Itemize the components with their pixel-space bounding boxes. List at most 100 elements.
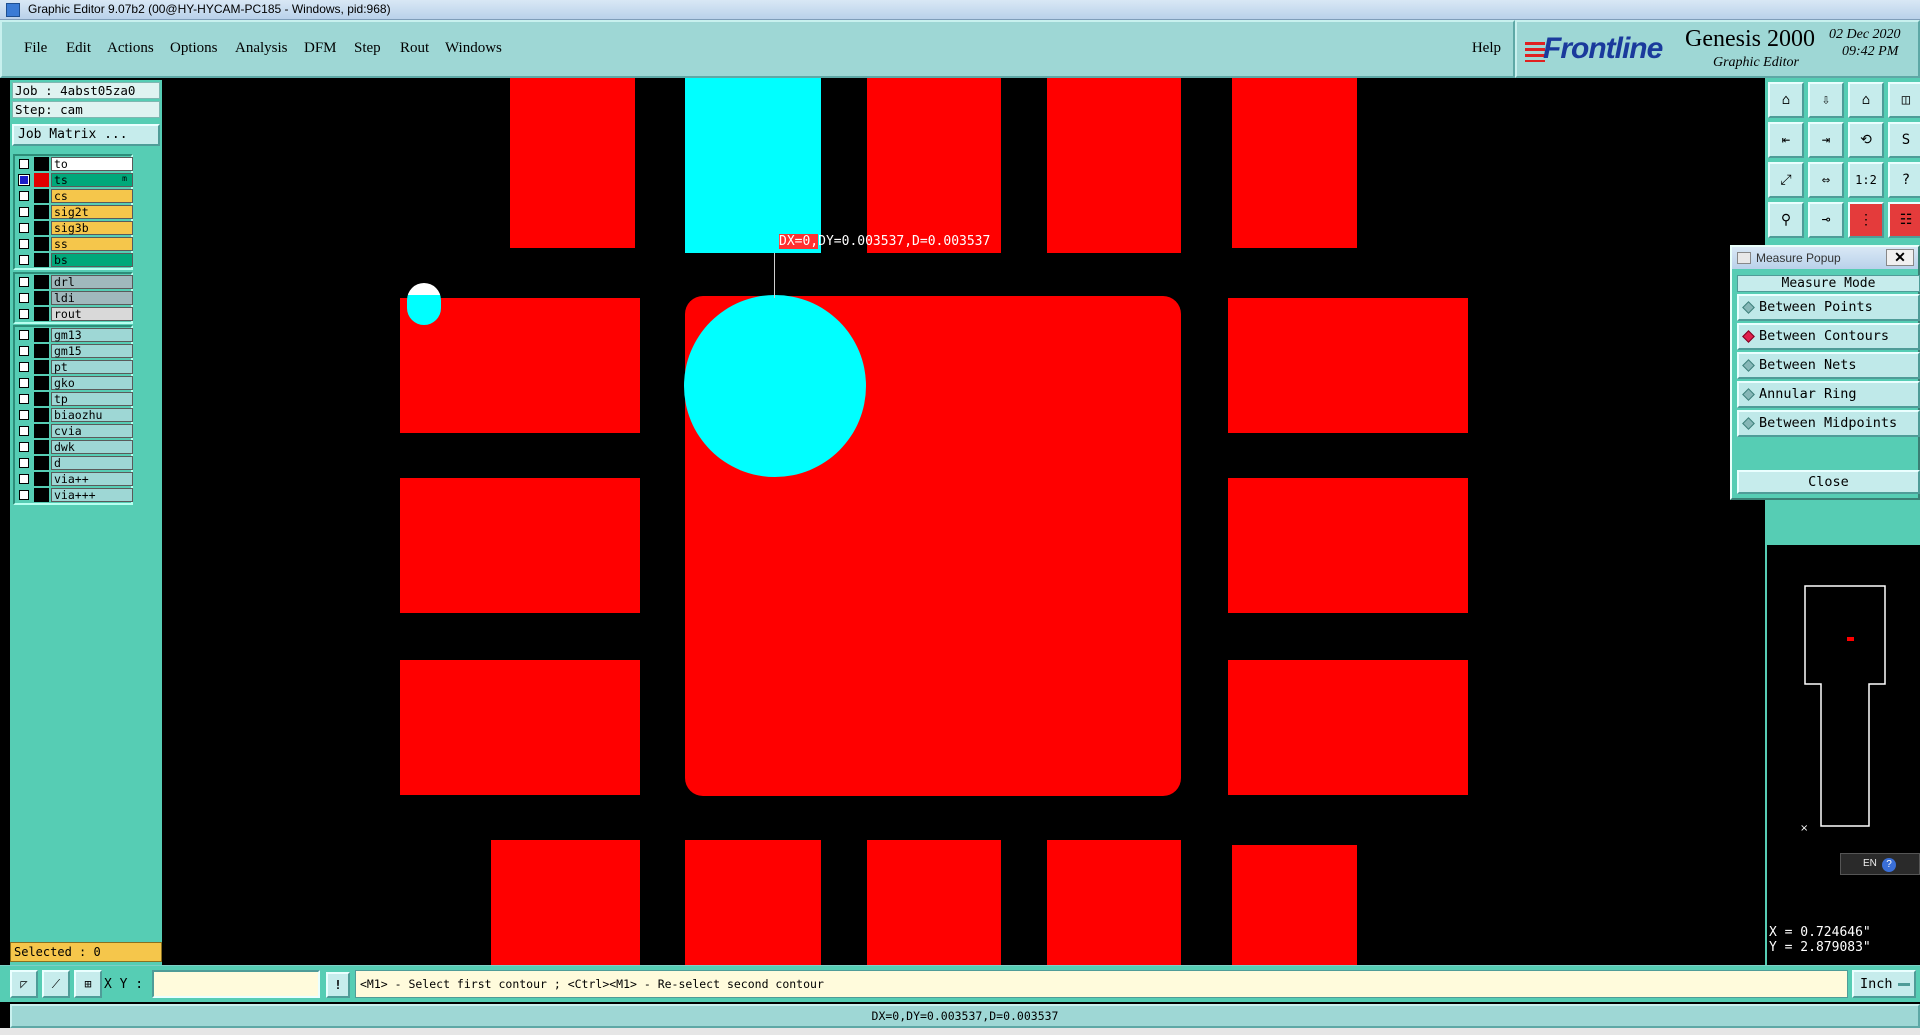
layer-color-swatch[interactable] xyxy=(34,205,49,219)
menu-help[interactable]: Help xyxy=(1472,40,1501,57)
layer-checkbox[interactable] xyxy=(19,207,29,217)
layer-name[interactable]: cvia xyxy=(51,424,133,438)
scale-icon[interactable]: 1:2 xyxy=(1848,162,1884,198)
layer-color-swatch[interactable] xyxy=(34,237,49,251)
layer-name[interactable]: cs xyxy=(51,189,133,203)
layer-color-swatch[interactable] xyxy=(34,328,49,342)
layer-checkbox[interactable] xyxy=(19,426,29,436)
menu-rout[interactable]: Rout xyxy=(400,40,429,57)
fit-screen-icon[interactable]: ⤢ xyxy=(1768,162,1804,198)
layer-checkbox[interactable] xyxy=(19,277,29,287)
layer-row[interactable]: rout xyxy=(15,306,133,322)
layer-name[interactable]: d xyxy=(51,456,133,470)
pad[interactable] xyxy=(1228,298,1468,433)
pad[interactable] xyxy=(1232,78,1357,248)
layer-checkbox[interactable] xyxy=(19,394,29,404)
layer-color-swatch[interactable] xyxy=(34,472,49,486)
layer-color-swatch[interactable] xyxy=(34,291,49,305)
layer-checkbox[interactable] xyxy=(19,474,29,484)
layer-color-swatch[interactable] xyxy=(34,157,49,171)
pad[interactable] xyxy=(510,78,635,248)
layer-row[interactable]: via+++ xyxy=(15,487,133,503)
layer-color-swatch[interactable] xyxy=(34,221,49,235)
ime-help-icon[interactable]: ? xyxy=(1882,858,1896,872)
layer-name[interactable]: ts xyxy=(51,173,133,187)
menu-step[interactable]: Step xyxy=(354,40,381,57)
layer-row[interactable]: to xyxy=(15,156,133,172)
layer-color-swatch[interactable] xyxy=(34,392,49,406)
net-icon[interactable]: ⋮ xyxy=(1848,202,1884,238)
layer-row[interactable]: ldi xyxy=(15,290,133,306)
pad[interactable] xyxy=(867,840,1001,965)
selected-pad[interactable] xyxy=(685,78,821,253)
layer-row[interactable]: tp xyxy=(15,391,133,407)
measure-icon[interactable]: ⚲ xyxy=(1768,202,1804,238)
pad[interactable] xyxy=(1232,845,1357,965)
menu-dfm[interactable]: DFM xyxy=(304,40,337,57)
measure-mode-option[interactable]: Between Points xyxy=(1737,294,1920,321)
menu-file[interactable]: File xyxy=(24,40,47,57)
home-icon[interactable]: ⌂ xyxy=(1848,82,1884,118)
popup-close-icon[interactable]: ✕ xyxy=(1886,249,1914,266)
layer-color-swatch[interactable] xyxy=(34,376,49,390)
layer-name[interactable]: ss xyxy=(51,237,133,251)
pad[interactable] xyxy=(1228,478,1468,613)
layer-row[interactable]: bs xyxy=(15,252,133,268)
layer-row[interactable]: gm15 xyxy=(15,343,133,359)
redraw-icon[interactable]: ⟲ xyxy=(1848,122,1884,158)
layer-row[interactable]: d xyxy=(15,455,133,471)
layer-checkbox[interactable] xyxy=(19,490,29,500)
layer-row[interactable]: pt xyxy=(15,359,133,375)
xy-input[interactable] xyxy=(152,970,320,998)
layer-color-swatch[interactable] xyxy=(34,408,49,422)
layer-color-swatch[interactable] xyxy=(34,488,49,502)
layer-checkbox[interactable] xyxy=(19,159,29,169)
layer-color-swatch[interactable] xyxy=(34,360,49,374)
layer-name[interactable]: gm15 xyxy=(51,344,133,358)
measure-mode-option[interactable]: Between Nets xyxy=(1737,352,1920,379)
layer-checkbox[interactable] xyxy=(19,410,29,420)
layer-checkbox[interactable] xyxy=(19,175,29,185)
layer-checkbox[interactable] xyxy=(19,309,29,319)
layer-checkbox[interactable] xyxy=(19,362,29,372)
measure-mode-option[interactable]: Annular Ring xyxy=(1737,381,1920,408)
layer-name[interactable]: via++ xyxy=(51,472,133,486)
grid-tool-icon[interactable]: ⊞ xyxy=(74,970,102,998)
layer-name[interactable]: sig3b xyxy=(51,221,133,235)
layer-color-swatch[interactable] xyxy=(34,275,49,289)
pad[interactable] xyxy=(400,660,640,795)
zoom-home-icon[interactable]: ⌂ xyxy=(1768,82,1804,118)
close-button[interactable]: Close xyxy=(1737,470,1920,494)
layer-color-swatch[interactable] xyxy=(34,456,49,470)
layer-name[interactable]: via+++ xyxy=(51,488,133,502)
layer-name[interactable]: sig2t xyxy=(51,205,133,219)
menu-options[interactable]: Options xyxy=(170,40,218,57)
draw-tool-icon[interactable]: ⟋ xyxy=(42,970,70,998)
layer-checkbox[interactable] xyxy=(19,239,29,249)
layers-icon[interactable]: ☷ xyxy=(1888,202,1920,238)
layer-checkbox[interactable] xyxy=(19,378,29,388)
menu-windows[interactable]: Windows xyxy=(445,40,502,57)
small-drill-hole[interactable] xyxy=(407,283,441,325)
measure-mode-option[interactable]: Between Midpoints xyxy=(1737,410,1920,437)
selected-circle-pad[interactable] xyxy=(684,295,866,477)
layer-row[interactable]: via++ xyxy=(15,471,133,487)
zoom-prev-icon[interactable]: ⇩ xyxy=(1808,82,1844,118)
layer-row[interactable]: drl xyxy=(15,274,133,290)
layer-checkbox[interactable] xyxy=(19,330,29,340)
menu-analysis[interactable]: Analysis xyxy=(235,40,288,57)
layer-checkbox[interactable] xyxy=(19,346,29,356)
units-selector[interactable]: Inch xyxy=(1852,970,1916,998)
layer-row[interactable]: gm13 xyxy=(15,327,133,343)
layer-row[interactable]: dwk xyxy=(15,439,133,455)
layer-name[interactable]: pt xyxy=(51,360,133,374)
help-icon[interactable]: ? xyxy=(1888,162,1920,198)
layer-checkbox[interactable] xyxy=(19,442,29,452)
pad[interactable] xyxy=(685,840,821,965)
layer-name[interactable]: bs xyxy=(51,253,133,267)
layer-checkbox[interactable] xyxy=(19,293,29,303)
layer-color-swatch[interactable] xyxy=(34,173,49,187)
layer-name[interactable]: ldi xyxy=(51,291,133,305)
panel-icon[interactable]: ◫ xyxy=(1888,82,1920,118)
layer-row[interactable]: gko xyxy=(15,375,133,391)
